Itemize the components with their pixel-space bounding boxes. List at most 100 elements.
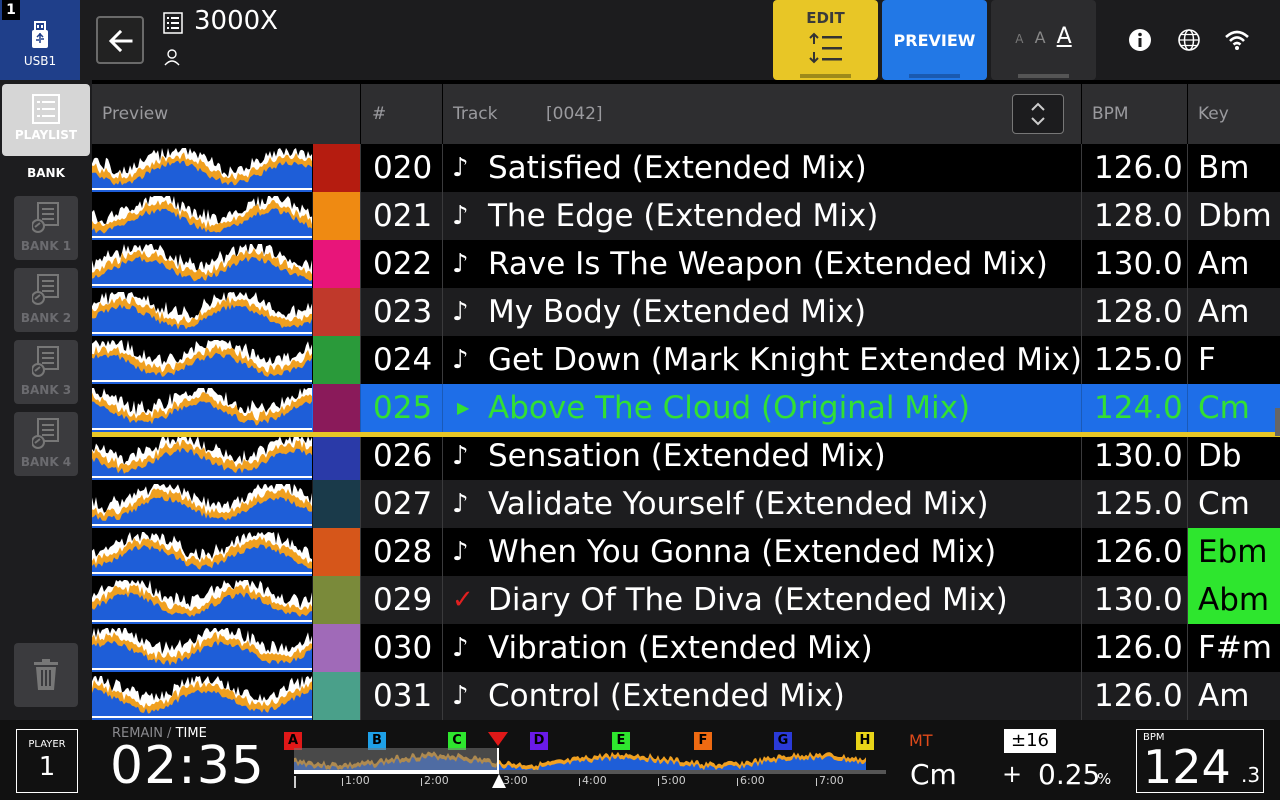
column-header-track[interactable]: Track <box>453 84 497 144</box>
track-row[interactable]: 029 ✓ Diary Of The Diva (Extended Mix) 130.… <box>92 576 1280 624</box>
track-row[interactable]: 024 ♪ Get Down (Mark Knight Extended Mix) 1… <box>92 336 1280 384</box>
album-artwork <box>313 240 360 288</box>
now-playing-marker <box>92 432 1280 437</box>
bank-2-button[interactable]: BANK 2 <box>14 268 78 332</box>
preview-waveform <box>92 384 312 432</box>
bpm-decimal: .3 <box>1241 763 1261 787</box>
scrollbar[interactable] <box>1275 408 1280 436</box>
track-row[interactable]: 022 ♪ Rave Is The Weapon (Extended Mix) 130… <box>92 240 1280 288</box>
trash-icon <box>34 659 58 690</box>
timeline-label: 1:00 <box>345 774 370 787</box>
playlist-icon <box>32 94 60 124</box>
globe-icon[interactable] <box>1177 28 1201 52</box>
player-indicator: PLAYER 1 <box>16 729 78 793</box>
back-button[interactable] <box>96 16 144 64</box>
font-size-medium: A <box>1034 28 1046 47</box>
preview-label: PREVIEW <box>893 31 976 50</box>
preview-waveform <box>92 624 312 672</box>
bpm-integer: 124 <box>1143 740 1231 794</box>
track-row[interactable]: 020 ♪ Satisfied (Extended Mix) 126.0 Bm <box>92 144 1280 192</box>
track-title: The Edge (Extended Mix) <box>488 198 879 234</box>
album-artwork <box>313 528 360 576</box>
bank-icon <box>32 346 59 377</box>
track-key: F <box>1198 342 1216 378</box>
playhead-marker-icon <box>488 732 508 746</box>
sort-button[interactable] <box>1012 94 1064 134</box>
track-row[interactable]: 030 ♪ Vibration (Extended Mix) 126.0 F#m <box>92 624 1280 672</box>
track-number: 021 <box>373 198 433 234</box>
font-size-small: A <box>1015 32 1024 46</box>
edit-button[interactable]: EDIT <box>773 0 878 80</box>
track-row[interactable]: 025 ▶ Above The Cloud (Original Mix) 124.0 C… <box>92 384 1280 432</box>
preview-waveform <box>92 432 312 480</box>
wifi-icon[interactable] <box>1224 28 1250 52</box>
timeline-tick <box>294 776 296 788</box>
track-title: Sensation (Extended Mix) <box>488 438 886 474</box>
track-row[interactable]: 027 ♪ Validate Yourself (Extended Mix) 125.… <box>92 480 1280 528</box>
timeline-ruler: 1:00 2:00 3:00 4:00 5:00 6:00 7:00 <box>294 772 886 790</box>
tempo-percent: 0.25 <box>1038 758 1101 791</box>
track-title: Vibration (Extended Mix) <box>488 630 873 666</box>
track-number: 026 <box>373 438 433 474</box>
delete-button[interactable] <box>14 643 78 707</box>
edit-label: EDIT <box>806 9 845 27</box>
preview-button[interactable]: PREVIEW <box>882 0 987 80</box>
font-size-button[interactable]: A A A <box>991 0 1096 80</box>
track-row[interactable]: 031 ♪ Control (Extended Mix) 126.0 Am <box>92 672 1280 720</box>
track-title: Satisfied (Extended Mix) <box>488 150 867 186</box>
track-row[interactable]: 021 ♪ The Edge (Extended Mix) 128.0 Dbm <box>92 192 1280 240</box>
track-title: Above The Cloud (Original Mix) <box>488 390 971 426</box>
track-row[interactable]: 028 ♪ When You Gonna (Extended Mix) 126.0 Eb… <box>92 528 1280 576</box>
bank-4-button[interactable]: BANK 4 <box>14 412 78 476</box>
track-number: 023 <box>373 294 433 330</box>
timeline-label: 5:00 <box>661 774 686 787</box>
usb-icon <box>32 21 48 48</box>
track-overview-waveform[interactable] <box>294 748 886 774</box>
table-header: Preview # Track [0042] BPM Key <box>92 84 1280 144</box>
preview-waveform <box>92 144 312 192</box>
bank-icon <box>32 202 59 233</box>
timeline-label: 2:00 <box>424 774 449 787</box>
preview-waveform <box>92 576 312 624</box>
font-size-large: A <box>1056 24 1072 49</box>
column-header-bpm[interactable]: BPM <box>1092 84 1129 144</box>
track-key: Bm <box>1198 150 1250 186</box>
album-artwork <box>313 624 360 672</box>
preview-waveform <box>92 192 312 240</box>
bank-label: BANK 1 <box>20 239 72 253</box>
music-note-icon: ♪ <box>452 489 469 519</box>
bank-1-button[interactable]: BANK 1 <box>14 196 78 260</box>
track-row[interactable]: 026 ♪ Sensation (Extended Mix) 130.0 Db <box>92 432 1280 480</box>
info-icon[interactable] <box>1128 28 1152 52</box>
track-key: Am <box>1198 246 1250 282</box>
track-key: Ebm <box>1198 534 1268 570</box>
track-title: Control (Extended Mix) <box>488 678 845 714</box>
track-title: Diary Of The Diva (Extended Mix) <box>488 582 1008 618</box>
bank-3-button[interactable]: BANK 3 <box>14 340 78 404</box>
column-header-key[interactable]: Key <box>1198 84 1229 144</box>
track-bpm: 125.0 <box>1094 486 1183 522</box>
track-number: 024 <box>373 342 433 378</box>
timeline-tick <box>737 778 738 786</box>
bank-label: BANK 2 <box>20 311 72 325</box>
current-key: Cm <box>910 758 957 791</box>
preview-waveform <box>92 528 312 576</box>
timeline-tick <box>816 778 817 786</box>
track-number: 020 <box>373 150 433 186</box>
usb-source-button[interactable]: 1 USB1 <box>0 0 80 80</box>
track-number: 031 <box>373 678 433 714</box>
edit-indicator <box>800 74 851 78</box>
track-bpm: 130.0 <box>1094 438 1183 474</box>
track-bpm: 130.0 <box>1094 582 1183 618</box>
preview-waveform <box>92 672 312 720</box>
preview-waveform <box>92 336 312 384</box>
music-note-icon: ♪ <box>452 201 469 231</box>
playlist-tab[interactable]: PLAYLIST <box>2 84 90 156</box>
preview-indicator <box>909 74 960 78</box>
column-header-number[interactable]: # <box>372 84 386 144</box>
track-row[interactable]: 023 ♪ My Body (Extended Mix) 128.0 Am <box>92 288 1280 336</box>
column-header-preview[interactable]: Preview <box>102 84 168 144</box>
track-number: 025 <box>373 390 433 426</box>
album-artwork <box>313 144 360 192</box>
tempo-range: ±16 <box>1004 729 1056 753</box>
